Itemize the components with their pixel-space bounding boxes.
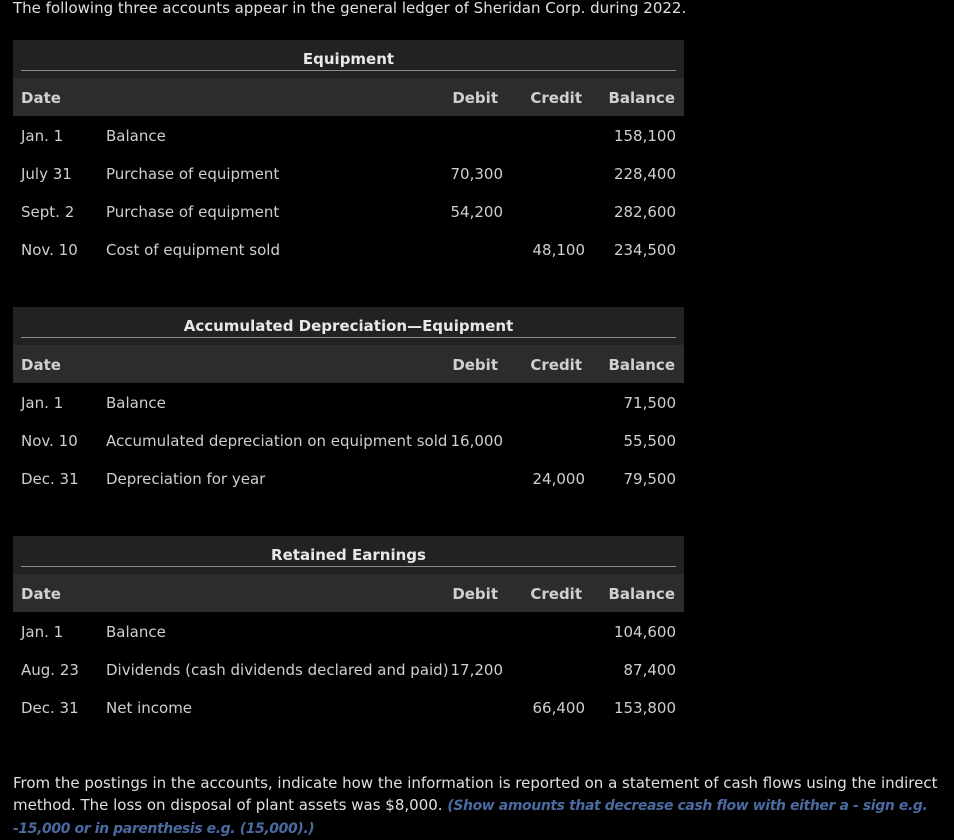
row-date: Jan. 1 (21, 394, 64, 412)
column-header-bar (13, 78, 684, 116)
table-row: Dec. 31 Depreciation for year 24,000 79,… (13, 459, 684, 497)
accumulated-depreciation-ledger: Accumulated Depreciation—Equipment Date … (13, 307, 684, 507)
row-balance: 55,500 (623, 432, 677, 450)
table-row: Jan. 1 Balance 158,100 (13, 116, 684, 154)
row-description: Net income (106, 699, 193, 717)
table-row: Jan. 1 Balance 71,500 (13, 383, 684, 421)
title-rule (21, 70, 676, 71)
row-balance: 79,500 (623, 470, 677, 488)
table-row: Aug. 23 Dividends (cash dividends declar… (13, 650, 684, 688)
row-balance: 71,500 (623, 394, 677, 412)
row-balance: 87,400 (623, 661, 677, 679)
header-credit: Credit (530, 356, 582, 374)
retained-earnings-ledger: Retained Earnings Date Debit Credit Bala… (13, 536, 684, 736)
row-balance: 153,800 (613, 699, 676, 717)
row-description: Depreciation for year (106, 470, 266, 488)
row-balance: 234,500 (613, 241, 676, 259)
ledger-title-bar: Retained Earnings (13, 536, 684, 574)
table-row: Nov. 10 Accumulated depreciation on equi… (13, 421, 684, 459)
header-date: Date (21, 89, 61, 107)
header-balance: Balance (608, 89, 675, 107)
row-description: Purchase of equipment (106, 203, 280, 221)
intro-text: The following three accounts appear in t… (13, 0, 687, 17)
equipment-ledger: Equipment Date Debit Credit Balance Jan.… (13, 40, 684, 280)
ledger-title: Equipment (302, 50, 395, 68)
row-balance: 228,400 (613, 165, 676, 183)
ledger-title: Accumulated Depreciation—Equipment (183, 317, 514, 335)
row-description: Purchase of equipment (106, 165, 280, 183)
column-header-bar (13, 574, 684, 612)
row-date: July 31 (21, 165, 72, 183)
table-row: Sept. 2 Purchase of equipment 54,200 282… (13, 192, 684, 230)
header-balance: Balance (608, 356, 675, 374)
table-row: Nov. 10 Cost of equipment sold 48,100 23… (13, 230, 684, 268)
row-credit: 66,400 (532, 699, 586, 717)
row-date: Jan. 1 (21, 623, 64, 641)
ledger-title-bar: Equipment (13, 40, 684, 78)
header-debit: Debit (452, 585, 498, 603)
row-description: Balance (106, 127, 166, 145)
header-credit: Credit (530, 89, 582, 107)
row-date: Aug. 23 (21, 661, 79, 679)
header-debit: Debit (452, 356, 498, 374)
column-header-bar (13, 345, 684, 383)
row-balance: 158,100 (613, 127, 676, 145)
row-description: Balance (106, 394, 166, 412)
instructions: From the postings in the accounts, indic… (13, 772, 943, 840)
table-row: July 31 Purchase of equipment 70,300 228… (13, 154, 684, 192)
title-rule (21, 337, 676, 338)
row-description: Cost of equipment sold (106, 241, 280, 259)
row-debit: 16,000 (450, 432, 504, 450)
row-description: Accumulated depreciation on equipment so… (106, 432, 448, 450)
row-date: Nov. 10 (21, 241, 78, 259)
row-date: Dec. 31 (21, 699, 79, 717)
row-description: Balance (106, 623, 166, 641)
row-balance: 104,600 (613, 623, 676, 641)
header-date: Date (21, 356, 61, 374)
header-date: Date (21, 585, 61, 603)
ledger-title: Retained Earnings (271, 546, 426, 564)
row-date: Dec. 31 (21, 470, 79, 488)
row-balance: 282,600 (613, 203, 676, 221)
table-row: Jan. 1 Balance 104,600 (13, 612, 684, 650)
header-credit: Credit (530, 585, 582, 603)
table-row: Dec. 31 Net income 66,400 153,800 (13, 688, 684, 726)
row-date: Jan. 1 (21, 127, 64, 145)
row-debit: 17,200 (450, 661, 504, 679)
ledger-title-bar: Accumulated Depreciation—Equipment (13, 307, 684, 345)
row-date: Sept. 2 (21, 203, 75, 221)
row-date: Nov. 10 (21, 432, 78, 450)
row-debit: 70,300 (450, 165, 504, 183)
row-debit: 54,200 (450, 203, 504, 221)
header-balance: Balance (608, 585, 675, 603)
title-rule (21, 566, 676, 567)
row-description: Dividends (cash dividends declared and p… (106, 661, 449, 679)
row-credit: 24,000 (532, 470, 586, 488)
row-credit: 48,100 (532, 241, 586, 259)
header-debit: Debit (452, 89, 498, 107)
